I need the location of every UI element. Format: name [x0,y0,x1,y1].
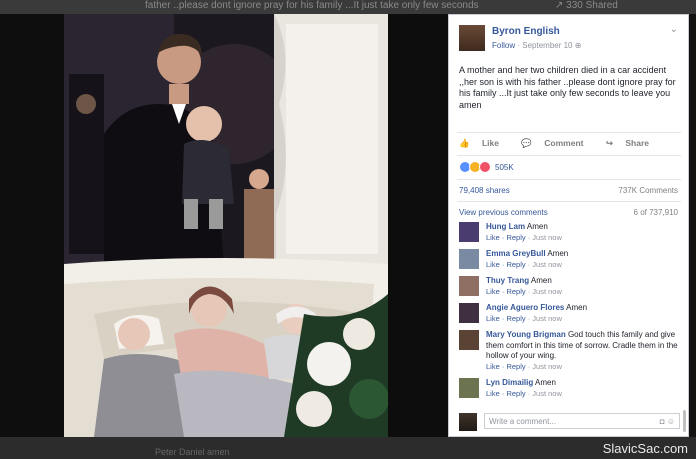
background-bottom-strip: Peter Daniel amen [0,437,696,459]
like-button[interactable]: 👍 Like [459,138,509,148]
comment-like-link[interactable]: Like [486,314,500,323]
post-actions: 👍 Like 💬 Comment ↪ Share [459,138,669,149]
comment-reply-link[interactable]: Reply [506,287,525,296]
background-top-strip: father ..please dont ignore pray for his… [0,0,696,14]
background-faint-comment: Peter Daniel amen [155,447,230,457]
share-button[interactable]: ↪ Share [606,138,659,148]
comment-time[interactable]: Just now [532,389,562,398]
shares-count[interactable]: 79,408 shares [459,186,510,195]
divider [457,201,681,202]
reactions-summary[interactable]: 505K [459,161,514,173]
author-name[interactable]: Byron English [492,26,560,37]
commenter-name[interactable]: Lyn Dimailig [486,378,533,387]
right-margin [689,14,696,437]
comments-total[interactable]: 737K Comments [618,186,678,195]
comment-time[interactable]: Just now [532,362,562,371]
reactions-count[interactable]: 505K [495,163,514,172]
comment-reply-link[interactable]: Reply [506,389,525,398]
share-icon: ↪ [605,138,616,148]
comment-time[interactable]: Just now [532,260,562,269]
commenter-avatar[interactable] [459,378,479,398]
chevron-down-icon[interactable]: ⌄ [670,24,678,35]
commenter-avatar[interactable] [459,330,479,350]
commenter-name[interactable]: Hung Lam [486,222,525,231]
comment-text: Amen [547,249,569,258]
comment-text: Amen [535,378,556,387]
comment-like-link[interactable]: Like [486,233,500,242]
commenter-avatar[interactable] [459,303,479,323]
middle-margin [388,14,448,437]
post-date[interactable]: September 10 [522,41,572,50]
watermark: SlavicSac.com [602,441,688,456]
comment-input[interactable]: Write a comment... ◘ ☺ [484,413,680,429]
comment-reply-link[interactable]: Reply [506,260,525,269]
commenter-avatar[interactable] [459,276,479,296]
comment-icon: 💬 [521,138,535,148]
commenter-name[interactable]: Emma GreyBull [486,249,546,258]
scrollbar[interactable] [683,410,686,432]
comments-counter: 6 of 737,910 [633,208,678,217]
like-label: Like [481,138,499,148]
comment-reply-link[interactable]: Reply [506,362,525,371]
love-reaction-icon [479,161,491,173]
comment-label: Comment [544,138,584,148]
comment-like-link[interactable]: Like [486,287,500,296]
left-margin [0,14,64,437]
comment-like-link[interactable]: Like [486,362,500,371]
comment-text: Amen [526,222,548,231]
commenter-avatar[interactable] [459,249,479,269]
view-previous-comments-link[interactable]: View previous comments [459,208,548,217]
globe-icon: ⊕ [574,41,582,50]
comment-button[interactable]: 💬 Comment [521,138,593,148]
like-icon: 👍 [459,138,472,148]
comment-like-link[interactable]: Like [486,260,500,269]
divider [457,132,681,133]
post-meta: Follow · September 10 ⊕ [492,41,581,50]
background-shared-text: ↗ 330 Shared [555,0,618,11]
divider [457,179,681,180]
comment-like-link[interactable]: Like [486,389,500,398]
commenter-name[interactable]: Thuy Trang [486,276,529,285]
photo-illustration [64,14,388,437]
comment-time[interactable]: Just now [532,314,562,323]
comment-time[interactable]: Just now [532,233,562,242]
post-photo[interactable] [64,14,388,437]
smile-icon[interactable]: ☺ [667,417,675,426]
comment-reply-link[interactable]: Reply [506,314,525,323]
divider [457,155,681,156]
follow-link[interactable]: Follow [492,41,515,50]
commenter-name[interactable]: Mary Young Brigman [486,330,566,339]
comment-text: Amen [530,276,552,285]
camera-icon[interactable]: ◘ [660,417,665,426]
comment-reply-link[interactable]: Reply [506,233,525,242]
facebook-post-panel: Byron English Follow · September 10 ⊕ ⌄ … [448,14,689,437]
current-user-avatar [459,413,477,431]
comment-time[interactable]: Just now [532,287,562,296]
comment-text: Amen [566,303,588,312]
author-avatar[interactable] [459,25,485,51]
share-label: Share [625,138,649,148]
post-text: A mother and her two children died in a … [459,65,676,110]
commenter-name[interactable]: Angie Aguero Flores [486,303,564,312]
comment-input-placeholder: Write a comment... [489,417,556,426]
background-text: father ..please dont ignore pray for his… [145,0,479,11]
commenter-avatar[interactable] [459,222,479,242]
